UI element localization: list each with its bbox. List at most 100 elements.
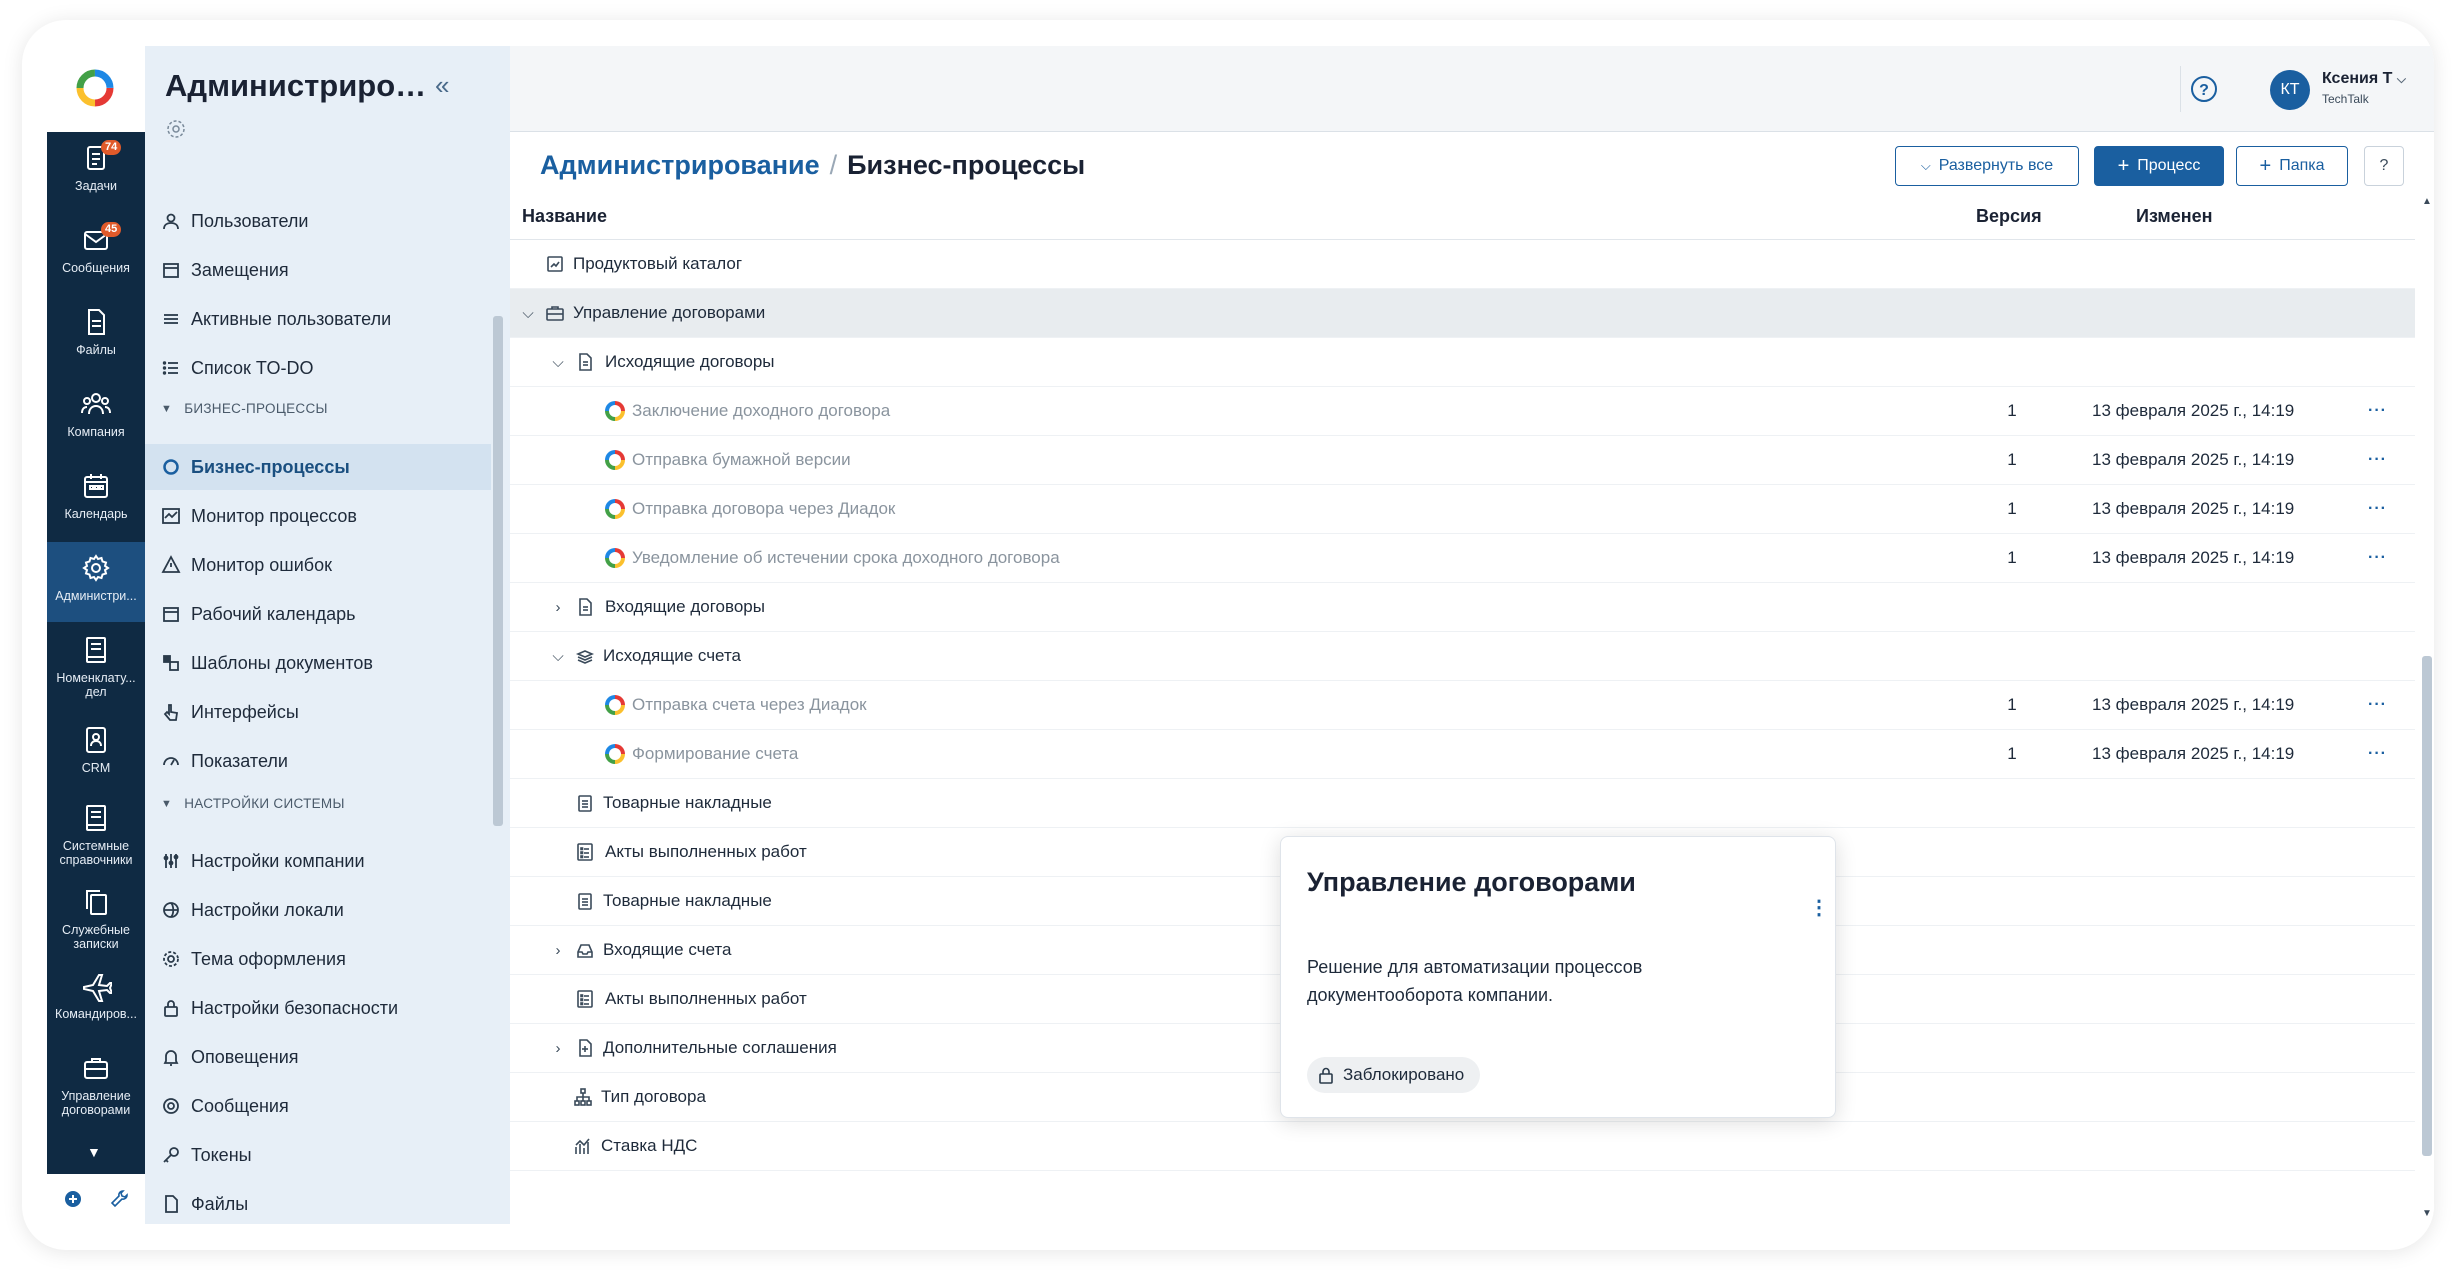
row-name: Акты выполненных работ [605,989,807,1008]
rail-item-business-trips[interactable]: Командиров... [47,960,145,1040]
help-button[interactable]: ? [2180,66,2226,112]
table-scrollbar[interactable]: ▲ ▼ [2420,196,2434,1224]
rail-item-administration[interactable]: Администри... [47,542,145,622]
scroll-up-icon[interactable]: ▲ [2422,196,2432,207]
sidebar-item-todo[interactable]: Список TO-DO [145,345,491,391]
sidebar-item-theme[interactable]: Тема оформления [145,936,491,982]
table-row[interactable]: › Входящие договоры [510,583,2415,632]
table-row[interactable]: Товарные накладные [510,779,2415,828]
row-more-icon[interactable]: ··· [2368,451,2387,469]
rail-item-crm[interactable]: CRM [47,714,145,794]
sidebar-item-error-monitor[interactable]: Монитор ошибок [145,542,491,588]
rail-item-company[interactable]: Компания [47,378,145,458]
sidebar-item-security-settings[interactable]: Настройки безопасности [145,985,491,1031]
collapse-sidebar-icon[interactable]: « [435,70,449,101]
chart-bars-icon [572,1135,594,1157]
template-icon [161,653,181,673]
sidebar-item-interfaces[interactable]: Интерфейсы [145,689,491,735]
row-name: Управление договорами [573,303,766,322]
chevron-down-icon[interactable]: ⌵ [550,354,566,371]
table-row[interactable]: Отправка счета через Диадок 1 13 февраля… [510,681,2415,730]
row-name: Входящие счета [603,940,732,959]
list-icon [161,358,181,378]
sidebar-item-label: Показатели [191,750,288,771]
tasks-count-badge: 74 [101,140,122,155]
sidebar-item-label: Сообщения [191,1095,289,1116]
row-more-icon[interactable]: ··· [2368,402,2387,420]
chevron-down-icon[interactable]: ⌵ [550,648,566,665]
sidebar-item-document-templates[interactable]: Шаблоны документов [145,640,491,686]
table-row[interactable]: Заключение доходного договора 1 13 февра… [510,387,2415,436]
sidebar-item-files[interactable]: Файлы [145,1181,491,1224]
chevron-down-icon[interactable]: ⌵ [520,305,536,322]
sidebar-item-work-calendar[interactable]: Рабочий календарь [145,591,491,637]
sidebar-item-business-processes[interactable]: Бизнес-процессы [145,444,491,490]
table-scroll-thumb[interactable] [2422,656,2432,1156]
rail-item-tasks[interactable]: 74 Задачи [47,132,145,212]
row-name: Уведомление об истечении срока доходного… [632,548,1060,567]
wrench-icon[interactable] [109,1189,129,1209]
popover-more-vertical-icon[interactable]: ⋮ [1809,895,1829,920]
breadcrumb-root-link[interactable]: Администрирование [540,150,820,180]
sidebar-settings-icon[interactable] [165,118,187,140]
app-logo-icon[interactable] [73,66,117,110]
row-more-icon[interactable]: ··· [2368,549,2387,567]
avatar[interactable]: КТ [2270,70,2310,110]
table-row[interactable]: Уведомление об истечении срока доходного… [510,534,2415,583]
table-row[interactable]: ⌵ Исходящие счета [510,632,2415,681]
rail-item-system-dictionaries[interactable]: Системные справочники [47,792,145,872]
sidebar-item-users[interactable]: Пользователи [145,198,491,244]
rail-item-nomenclature[interactable]: Номенклату... дел [47,624,145,704]
row-more-icon[interactable]: ··· [2368,696,2387,714]
section-business-processes[interactable]: ▼ БИЗНЕС-ПРОЦЕССЫ [161,401,328,416]
rail-item-contracts[interactable]: Управление договорами [47,1042,145,1122]
table-row[interactable]: Формирование счета 1 13 февраля 2025 г.,… [510,730,2415,779]
chevron-right-icon[interactable]: › [550,942,566,959]
lock-icon [1319,1067,1333,1084]
sidebar-item-messages[interactable]: Сообщения [145,1083,491,1129]
table-row[interactable]: Ставка НДС [510,1122,2415,1171]
admin-sidebar: Администриров... « Пользователи Замещени… [145,46,510,1224]
sidebar-scroll-thumb[interactable] [493,316,503,826]
sidebar-item-process-monitor[interactable]: Монитор процессов [145,493,491,539]
rail-label: Управление договорами [61,1089,131,1117]
table-row[interactable]: Продуктовый каталог [510,240,2415,289]
rail-more-chevron-down-icon[interactable]: ▼ [87,1144,101,1160]
plus-icon: + [2259,154,2272,177]
column-header-name[interactable]: Название [522,206,607,227]
row-name: Отправка бумажной версии [632,450,851,469]
hint-button[interactable]: ? [2364,146,2404,186]
column-header-changed[interactable]: Изменен [2136,206,2213,227]
chevron-right-icon[interactable]: › [550,599,566,616]
rail-label: Администри... [55,589,137,603]
sidebar-item-indicators[interactable]: Показатели [145,738,491,784]
column-header-version[interactable]: Версия [1976,206,2042,227]
table-row[interactable]: Отправка договора через Диадок 1 13 февр… [510,485,2415,534]
sidebar-item-company-settings[interactable]: Настройки компании [145,838,491,884]
sidebar-item-notifications[interactable]: Оповещения [145,1034,491,1080]
table-row[interactable]: ⌵ Исходящие договоры [510,338,2415,387]
section-system-settings[interactable]: ▼ НАСТРОЙКИ СИСТЕМЫ [161,796,345,811]
row-date: 13 февраля 2025 г., 14:19 [2092,499,2295,518]
table-row[interactable]: Отправка бумажной версии 1 13 февраля 20… [510,436,2415,485]
user-menu[interactable]: Ксения Т ⌵ [2322,70,2406,88]
scroll-down-icon[interactable]: ▼ [2422,1208,2432,1219]
chevron-right-icon[interactable]: › [550,1040,566,1057]
add-folder-button[interactable]: + Папка [2236,146,2348,186]
sidebar-item-substitutions[interactable]: Замещения [145,247,491,293]
expand-all-button[interactable]: ⌵ Развернуть все [1895,146,2079,186]
sidebar-item-locale-settings[interactable]: Настройки локали [145,887,491,933]
sidebar-scrollbar[interactable] [493,176,503,1216]
add-process-button[interactable]: + Процесс [2094,146,2224,186]
table-row[interactable]: ⌵ Управление договорами [510,289,2415,338]
rail-item-memos[interactable]: Служебные записки [47,876,145,956]
add-circle-icon[interactable] [63,1189,83,1209]
sidebar-item-active-users[interactable]: Активные пользователи [145,296,491,342]
rail-label: Компания [67,425,125,439]
rail-item-files[interactable]: Файлы [47,296,145,376]
rail-item-calendar[interactable]: Календарь [47,460,145,540]
row-more-icon[interactable]: ··· [2368,500,2387,518]
sidebar-item-tokens[interactable]: Токены [145,1132,491,1178]
row-more-icon[interactable]: ··· [2368,745,2387,763]
rail-item-messages[interactable]: 45 Сообщения [47,214,145,294]
